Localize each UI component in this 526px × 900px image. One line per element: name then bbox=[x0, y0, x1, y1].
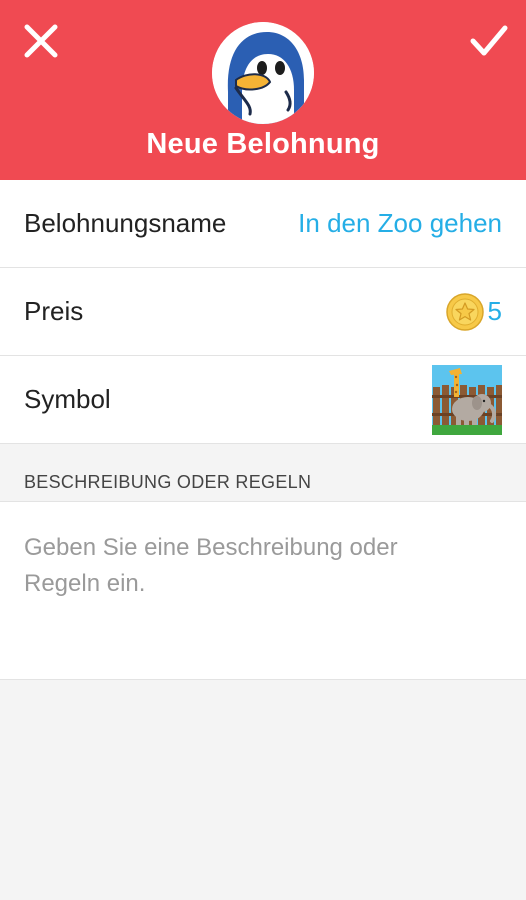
price-label: Preis bbox=[24, 296, 84, 326]
reward-name-row[interactable]: Belohnungsname In den Zoo gehen bbox=[0, 180, 526, 268]
description-section-header: BESCHREIBUNG ODER REGELN bbox=[0, 444, 526, 502]
header-bar: Neue Belohnung bbox=[0, 0, 526, 180]
symbol-label: Symbol bbox=[24, 384, 111, 414]
star-coin-icon bbox=[445, 292, 484, 331]
zoo-elephant-giraffe-icon[interactable] bbox=[432, 364, 502, 435]
close-button[interactable] bbox=[18, 18, 64, 64]
symbol-row[interactable]: Symbol bbox=[0, 356, 526, 444]
penguin-icon bbox=[212, 22, 314, 124]
page-title: Neue Belohnung bbox=[146, 128, 380, 160]
price-value-group[interactable]: 5 bbox=[445, 292, 502, 331]
penguin-avatar[interactable] bbox=[212, 22, 314, 124]
description-field[interactable]: Geben Sie eine Beschreibung oder Regeln … bbox=[0, 502, 526, 680]
checkmark-icon bbox=[470, 25, 508, 56]
close-icon bbox=[24, 24, 58, 58]
price-value: 5 bbox=[487, 296, 502, 326]
price-row[interactable]: Preis 5 bbox=[0, 268, 526, 356]
description-placeholder: Geben Sie eine Beschreibung oder Regeln … bbox=[24, 534, 398, 597]
reward-name-label: Belohnungsname bbox=[24, 208, 227, 238]
reward-name-value[interactable]: In den Zoo gehen bbox=[298, 208, 502, 239]
confirm-button[interactable] bbox=[466, 18, 512, 64]
